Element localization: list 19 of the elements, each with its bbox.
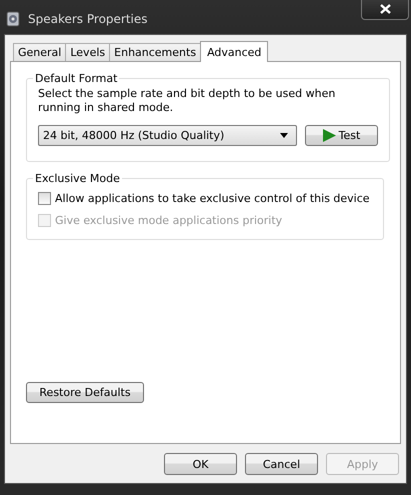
restore-defaults-button[interactable]: Restore Defaults bbox=[26, 382, 144, 403]
close-button[interactable] bbox=[361, 0, 409, 20]
group-title: Exclusive Mode bbox=[34, 172, 121, 185]
description-text: Select the sample rate and bit depth to be used when running in shared mode. bbox=[38, 87, 336, 115]
dialog-button[interactable]: OK bbox=[164, 453, 237, 475]
caret-icon bbox=[280, 133, 288, 138]
tab[interactable]: General bbox=[13, 43, 66, 61]
test-button[interactable]: Test bbox=[305, 125, 378, 146]
close-icon bbox=[380, 4, 390, 14]
tab[interactable]: Enhancements bbox=[109, 43, 202, 61]
group-title: Default Format bbox=[34, 72, 118, 85]
dialog-button[interactable]: Cancel bbox=[245, 453, 318, 475]
checkbox-option[interactable]: Allow applications to take exclusive control of this device bbox=[38, 187, 372, 209]
format-dropdown[interactable]: 24 bit, 48000 Hz (Studio Quality) bbox=[38, 125, 297, 146]
play-icon bbox=[322, 129, 336, 142]
window-title: Speakers Properties bbox=[28, 12, 148, 26]
speaker-icon bbox=[6, 11, 20, 27]
tab[interactable]: Advanced bbox=[200, 41, 268, 62]
tab[interactable]: Levels bbox=[65, 43, 110, 61]
